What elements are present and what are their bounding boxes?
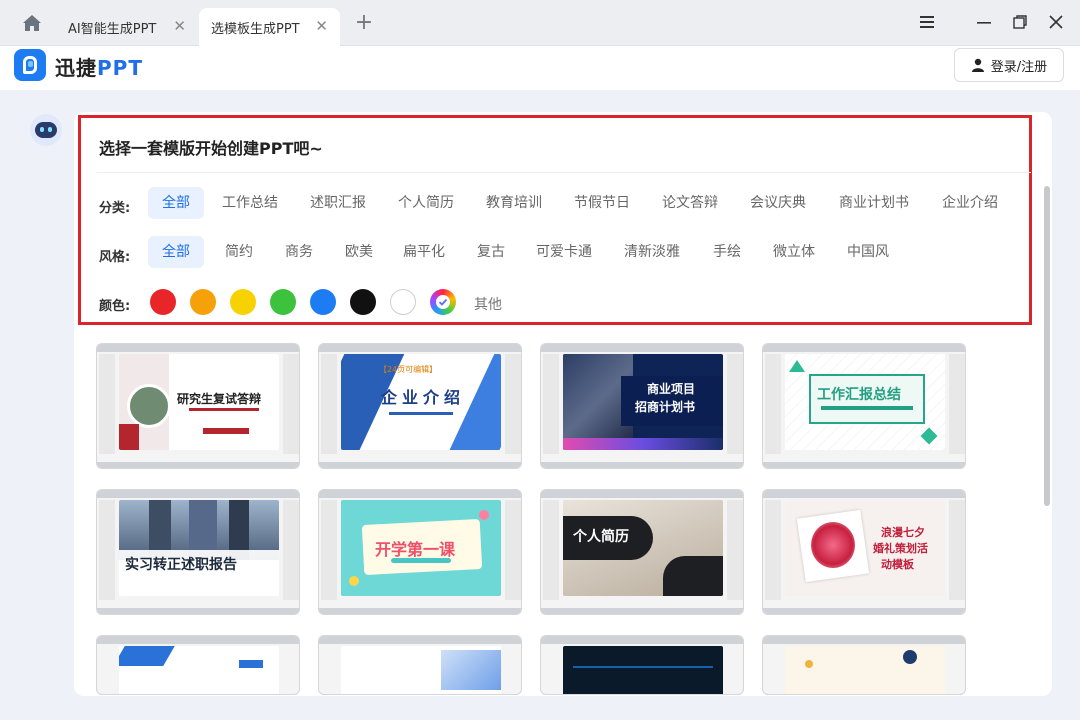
close-tab-icon[interactable]: ✕ xyxy=(173,17,186,35)
home-button[interactable] xyxy=(10,8,54,38)
template-title: 开学第一课 xyxy=(375,540,456,559)
template-card[interactable]: 开学第一课 xyxy=(318,489,522,615)
divider xyxy=(97,172,1031,173)
template-title-line1: 商业项目 xyxy=(647,382,696,396)
style-chip[interactable]: 中国风 xyxy=(839,236,897,268)
template-title: 实习转正述职报告 xyxy=(125,557,237,573)
restore-icon xyxy=(1013,15,1027,29)
color-swatch-yellow[interactable] xyxy=(230,289,256,315)
template-card[interactable]: 工作汇报总结 xyxy=(762,343,966,469)
category-label: 分类: xyxy=(99,201,131,216)
template-card[interactable]: 实习转正述职报告 xyxy=(96,489,300,615)
template-card[interactable] xyxy=(540,635,744,695)
style-chip[interactable]: 商务 xyxy=(277,236,321,268)
template-card[interactable]: 浪漫七夕 婚礼策划活 动模板 xyxy=(762,489,966,615)
color-swatch-black[interactable] xyxy=(350,289,376,315)
template-title: 企业介绍 xyxy=(381,388,466,407)
template-title-line3: 动模板 xyxy=(881,558,914,571)
minimize-icon xyxy=(977,22,991,24)
template-card[interactable] xyxy=(96,635,300,695)
new-tab-icon[interactable]: + xyxy=(351,10,377,36)
style-label: 风格: xyxy=(99,250,131,265)
tab-template-generate[interactable]: 选模板生成PPT ✕ xyxy=(199,8,340,46)
style-chip[interactable]: 欧美 xyxy=(337,236,381,268)
category-chip[interactable]: 述职汇报 xyxy=(305,187,371,219)
category-chip[interactable]: 商业计划书 xyxy=(833,187,915,219)
template-title: 个人简历 xyxy=(573,529,629,545)
template-card[interactable]: 个人简历 xyxy=(540,489,744,615)
minimize-button[interactable] xyxy=(969,8,999,36)
brand-suffix: PPT xyxy=(97,56,143,80)
style-chip[interactable]: 手绘 xyxy=(705,236,749,268)
style-chip[interactable]: 全部 xyxy=(148,236,204,268)
template-card[interactable]: 商业项目 招商计划书 xyxy=(540,343,744,469)
template-title: 研究生复试答辩 xyxy=(177,392,262,406)
template-title-line2: 婚礼策划活 xyxy=(873,542,928,555)
tab-label: 选模板生成PPT xyxy=(211,22,300,37)
login-label: 登录/注册 xyxy=(990,59,1048,75)
brand-prefix: 迅捷 xyxy=(55,56,97,80)
category-chip[interactable]: 企业介绍 xyxy=(935,187,1005,219)
panel-title: 选择一套模版开始创建PPT吧~ xyxy=(99,139,323,158)
style-chip[interactable]: 微立体 xyxy=(765,236,823,268)
template-badge: 【24页可编辑】 xyxy=(379,365,438,374)
color-swatch-green[interactable] xyxy=(270,289,296,315)
menu-button[interactable] xyxy=(912,8,942,36)
close-window-button[interactable] xyxy=(1041,8,1071,36)
template-panel: 选择一套模版开始创建PPT吧~ 分类: 全部 工作总结 述职汇报 个人简历 教育… xyxy=(74,112,1052,696)
login-register-button[interactable]: 登录/注册 xyxy=(954,48,1064,82)
color-other-option[interactable]: 其他 xyxy=(474,294,502,314)
user-icon xyxy=(971,58,984,72)
category-chip[interactable]: 论文答辩 xyxy=(657,187,723,219)
hamburger-icon xyxy=(920,16,934,28)
category-chip[interactable]: 教育培训 xyxy=(481,187,547,219)
app-header: 迅捷PPT 登录/注册 xyxy=(0,46,1080,90)
style-chip[interactable]: 清新淡雅 xyxy=(617,236,687,268)
assistant-avatar xyxy=(30,114,62,146)
category-chip[interactable]: 会议庆典 xyxy=(745,187,811,219)
template-card[interactable] xyxy=(762,635,966,695)
style-chip[interactable]: 简约 xyxy=(217,236,261,268)
color-wheel-icon[interactable] xyxy=(430,289,456,315)
category-chip[interactable]: 工作总结 xyxy=(217,187,283,219)
restore-button[interactable] xyxy=(1005,8,1035,36)
tab-bar: AI智能生成PPT ✕ 选模板生成PPT ✕ + xyxy=(0,0,1080,46)
home-icon xyxy=(23,15,41,31)
close-icon xyxy=(1049,15,1063,29)
style-chip[interactable]: 复古 xyxy=(469,236,513,268)
brand-name: 迅捷PPT xyxy=(55,52,143,81)
category-chip[interactable]: 全部 xyxy=(148,187,204,219)
category-chip[interactable]: 个人简历 xyxy=(393,187,459,219)
style-chip[interactable]: 扁平化 xyxy=(395,236,453,268)
filter-section: 选择一套模版开始创建PPT吧~ 分类: 全部 工作总结 述职汇报 个人简历 教育… xyxy=(78,115,1032,325)
tab-ai-generate[interactable]: AI智能生成PPT ✕ xyxy=(56,8,198,46)
tab-label: AI智能生成PPT xyxy=(68,22,157,37)
color-swatch-orange[interactable] xyxy=(190,289,216,315)
color-label: 颜色: xyxy=(99,299,131,314)
app-logo xyxy=(14,49,46,81)
template-title-line2: 招商计划书 xyxy=(635,400,696,414)
scrollbar[interactable] xyxy=(1044,186,1050,506)
color-swatch-blue[interactable] xyxy=(310,289,336,315)
style-chip[interactable]: 可爱卡通 xyxy=(529,236,599,268)
template-title: 工作汇报总结 xyxy=(817,387,901,403)
close-tab-icon[interactable]: ✕ xyxy=(315,17,328,35)
template-title-line1: 浪漫七夕 xyxy=(881,526,925,539)
category-chip[interactable]: 节假节日 xyxy=(569,187,635,219)
template-card[interactable]: 【24页可编辑】 企业介绍 xyxy=(318,343,522,469)
template-card[interactable]: 研究生复试答辩 xyxy=(96,343,300,469)
color-swatch-white[interactable] xyxy=(390,289,416,315)
template-card[interactable] xyxy=(318,635,522,695)
color-swatch-red[interactable] xyxy=(150,289,176,315)
